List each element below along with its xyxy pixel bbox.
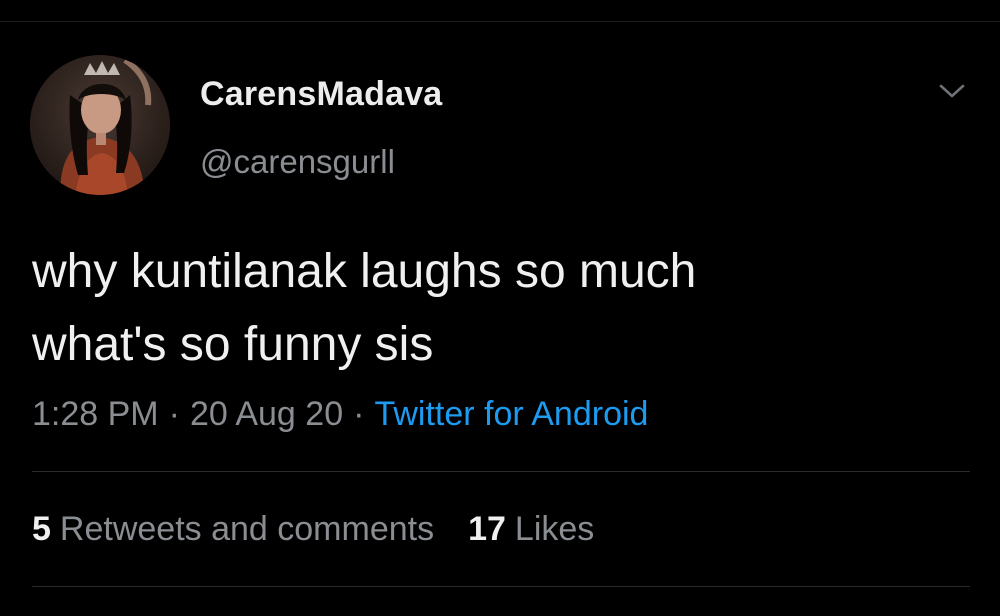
more-options-button[interactable]	[934, 77, 970, 105]
tweet-text-line: why kuntilanak laughs so much	[32, 245, 697, 298]
retweets-count: 5	[32, 510, 51, 548]
meta-separator: ·	[168, 395, 180, 433]
tweet-meta: 1:28 PM · 20 Aug 20 · Twitter for Android	[32, 395, 648, 434]
display-name[interactable]: CarensMadava	[200, 75, 442, 114]
tweet-time: 1:28 PM	[32, 395, 159, 433]
chevron-down-icon	[939, 84, 965, 98]
avatar-image	[30, 55, 170, 195]
tweet-text: why kuntilanak laughs so much what's so …	[32, 235, 962, 381]
tweet-stats: 5 Retweets and comments 17 Likes	[32, 510, 594, 549]
user-handle[interactable]: @carensgurll	[200, 143, 395, 181]
divider	[32, 586, 970, 587]
retweets-stat[interactable]: 5 Retweets and comments	[32, 510, 434, 548]
top-divider	[0, 21, 1000, 22]
likes-count: 17	[468, 510, 506, 548]
likes-label: Likes	[514, 510, 595, 548]
meta-separator: ·	[353, 395, 365, 433]
avatar[interactable]	[30, 55, 170, 195]
tweet-source-link[interactable]: Twitter for Android	[374, 395, 648, 433]
tweet-header: CarensMadava @carensgurll	[30, 55, 970, 195]
retweets-label: Retweets and comments	[59, 510, 435, 548]
divider	[32, 471, 970, 472]
tweet-date: 20 Aug 20	[189, 395, 344, 433]
tweet-text-line: what's so funny sis	[32, 318, 434, 371]
likes-stat[interactable]: 17 Likes	[468, 510, 594, 548]
